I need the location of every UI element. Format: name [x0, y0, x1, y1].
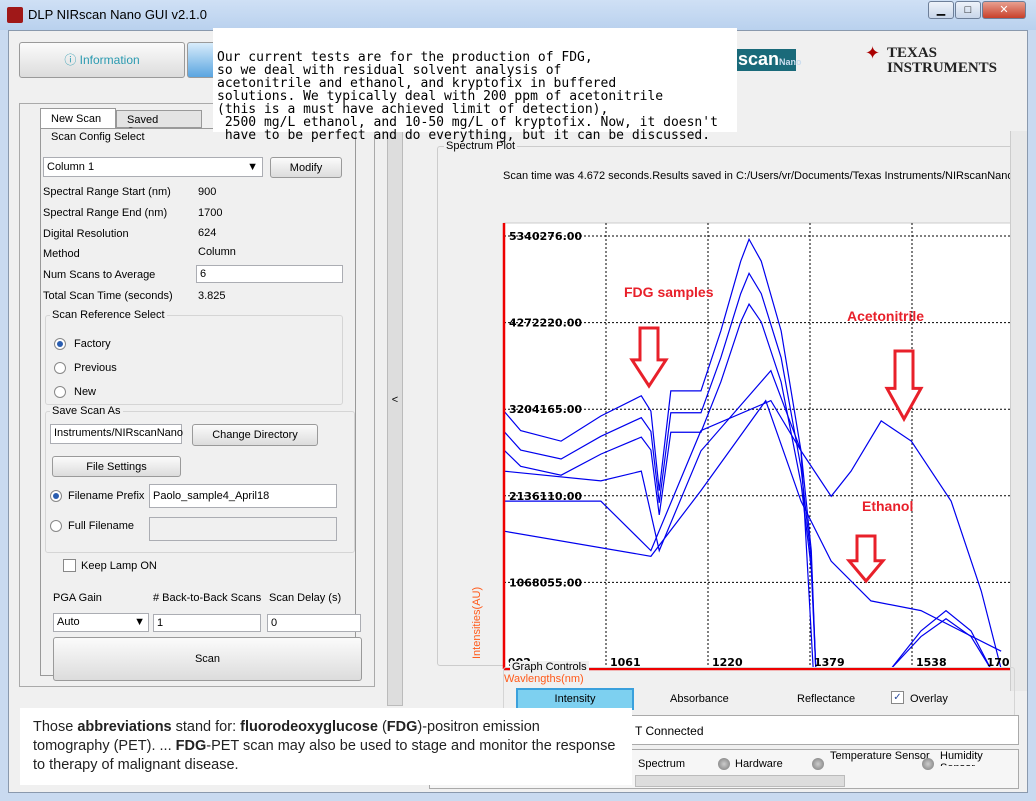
y-axis-label: Intensities(AU) — [471, 587, 483, 659]
pga-select[interactable]: Auto ▼ — [53, 613, 149, 632]
b2b-input[interactable]: 1 — [153, 614, 261, 632]
file-settings-button[interactable]: File Settings — [52, 456, 181, 477]
previous-label: Previous — [74, 362, 117, 374]
overlay-label: Overlay — [910, 693, 948, 705]
vertical-scrollbar[interactable] — [1010, 131, 1027, 691]
range-end-label: Spectral Range End (nm) — [43, 207, 168, 219]
y-tick-label: 1068055.00 — [509, 576, 582, 589]
indicator-humidity: Humidity Sensor — [940, 750, 983, 766]
filename-prefix-input[interactable]: Paolo_sample4_April18 — [149, 484, 337, 508]
maximize-button[interactable]: □ — [955, 1, 981, 19]
num-scans-input[interactable]: 6 — [196, 265, 343, 283]
absorbance-button[interactable]: Absorbance — [670, 693, 729, 705]
indicator-temperature: Temperature Sensor — [830, 750, 930, 762]
pga-label: PGA Gain — [53, 592, 102, 604]
b2b-label: # Back-to-Back Scans — [153, 592, 262, 604]
scan-config-select[interactable]: Column 1 ▼ — [43, 157, 263, 177]
resolution-label: Digital Resolution — [43, 228, 129, 240]
comment-line: have to be perfect and do everything, bu… — [217, 128, 711, 143]
y-tick-label: 4272220.00 — [509, 317, 582, 330]
hardware-led-icon — [718, 758, 730, 770]
reference-title: Scan Reference Select — [50, 309, 167, 321]
new-scan-panel: Scan Config Select Column 1 ▼ Modify Spec… — [40, 128, 362, 681]
annotation-label: Acetonitrile — [847, 308, 924, 324]
y-tick-label: 5340276.00 — [509, 230, 582, 243]
ti-logo-icon: ✦ — [865, 43, 881, 63]
range-end-value: 1700 — [198, 207, 223, 219]
indicator-hardware: Hardware — [735, 758, 783, 770]
radio-previous[interactable] — [54, 362, 66, 374]
info-icon: ⓘ — [64, 53, 80, 67]
scan-button[interactable]: Scan — [53, 637, 362, 681]
modify-button[interactable]: Modify — [270, 157, 342, 178]
num-scans-label: Num Scans to Average — [43, 269, 156, 281]
full-filename-input[interactable] — [149, 517, 337, 541]
scan-config-title: Scan Config Select — [49, 131, 147, 143]
nirscan-logo: scanNano — [734, 49, 802, 71]
change-directory-button[interactable]: Change Directory — [192, 424, 318, 446]
delay-label: Scan Delay (s) — [269, 592, 342, 604]
horizontal-scrollbar[interactable] — [635, 775, 845, 787]
prefix-label: Filename Prefix — [68, 490, 145, 502]
close-button[interactable]: ✕ — [982, 1, 1026, 19]
tab-saved-scans[interactable]: Saved Scans — [116, 110, 202, 138]
factory-label: Factory — [74, 338, 111, 350]
main-window: ⓘ Information scanNano ✦ TEXAS INSTRUMENT… — [8, 30, 1028, 793]
comment-overlay-top: Our current tests are for the production… — [213, 28, 737, 142]
resolution-value: 624 — [198, 227, 217, 239]
indicator-spectrum: Spectrum — [638, 758, 686, 770]
chevron-down-icon: ▼ — [247, 161, 258, 173]
y-tick-label: 2136110.00 — [509, 490, 582, 503]
range-start-label: Spectral Range Start (nm) — [43, 186, 171, 198]
save-scan-group: Save Scan As Instruments/NIRscanNano Cha… — [45, 405, 355, 553]
annotation-label: Ethanol — [862, 498, 913, 514]
total-time-label: Total Scan Time (seconds) — [43, 290, 173, 302]
app-icon — [7, 7, 23, 23]
ti-logo: TEXAS INSTRUMENTS — [887, 45, 998, 76]
minimize-button[interactable]: ▁ — [928, 1, 954, 19]
tab-new-scan[interactable]: New Scan — [40, 108, 116, 128]
reflectance-button[interactable]: Reflectance — [797, 693, 855, 705]
window-title: DLP NIRscan Nano GUI v2.1.0 — [28, 7, 207, 22]
new-label: New — [74, 386, 97, 398]
directory-field[interactable]: Instruments/NIRscanNano — [50, 424, 183, 444]
radio-new[interactable] — [54, 386, 66, 398]
range-start-value: 900 — [198, 186, 217, 198]
information-label: Information — [79, 53, 140, 67]
y-tick-label: 3204165.00 — [509, 403, 582, 416]
chevron-down-icon: ▼ — [134, 616, 145, 628]
spectrum-chart: 5340276.00 4272220.00 3204165.00 2136110.00… — [471, 222, 1017, 685]
method-value: Column — [198, 246, 236, 258]
full-filename-label: Full Filename — [68, 520, 135, 532]
keep-lamp-checkbox[interactable] — [63, 559, 76, 572]
comment-overlay-bottom: Those abbreviations stand for: fluorodeo… — [20, 708, 632, 785]
temperature-led-icon — [812, 758, 824, 770]
delay-input[interactable]: 0 — [267, 614, 361, 632]
title-bar: DLP NIRscan Nano GUI v2.1.0 ▁ □ ✕ — [0, 0, 1036, 30]
annotation-label: FDG samples — [624, 284, 714, 300]
information-button[interactable]: ⓘ Information — [19, 42, 185, 78]
overlay-checkbox[interactable]: ✓ — [891, 691, 904, 704]
intensity-button[interactable]: Intensity — [516, 688, 634, 710]
scan-status-text: Scan time was 4.672 seconds.Results save… — [503, 170, 1014, 182]
left-panel: New Scan Saved Scans Scan Config Select … — [19, 103, 375, 687]
radio-full-filename[interactable] — [50, 520, 62, 532]
reference-group: Scan Reference Select Factory Previous N… — [45, 309, 343, 405]
connection-status: T Connected — [635, 724, 704, 738]
graph-controls-title: Graph Controls — [510, 661, 589, 673]
total-time-value: 3.825 — [198, 290, 226, 302]
method-label: Method — [43, 248, 80, 260]
collapse-panel-button[interactable]: < — [387, 131, 403, 706]
save-scan-title: Save Scan As — [50, 405, 123, 417]
humidity-led-icon — [922, 758, 934, 770]
radio-filename-prefix[interactable] — [50, 490, 62, 502]
keep-lamp-label: Keep Lamp ON — [81, 560, 157, 572]
radio-factory[interactable] — [54, 338, 66, 350]
